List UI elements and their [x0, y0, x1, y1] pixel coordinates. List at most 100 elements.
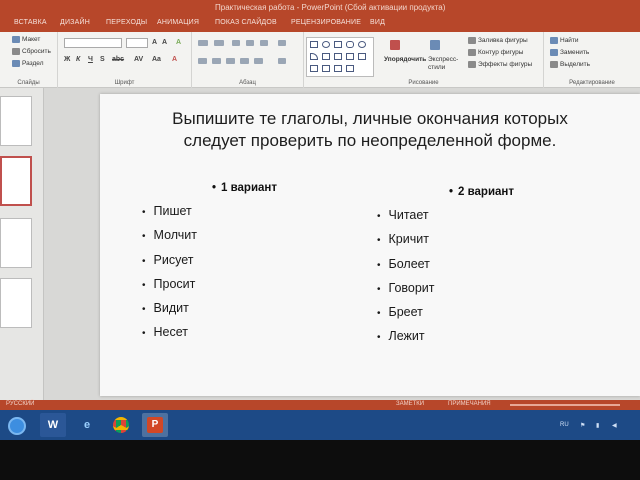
arrange-icon [390, 40, 400, 50]
bracket-shape-icon[interactable] [322, 65, 330, 72]
decrease-indent-icon[interactable] [232, 40, 240, 46]
quick-styles-button[interactable] [430, 40, 442, 50]
start-button-icon[interactable] [8, 417, 26, 435]
paragraph-group-label: Абзац [239, 80, 256, 86]
internet-explorer-icon[interactable]: e [74, 413, 100, 437]
tab-animation[interactable]: АНИМАЦИЯ [157, 19, 199, 26]
slide-thumbnail[interactable] [0, 218, 32, 268]
align-text-icon[interactable] [278, 58, 286, 64]
outline-label: Контур фигуры [478, 49, 524, 57]
find-icon [550, 37, 558, 44]
select-button[interactable]: Выделить [550, 61, 590, 68]
volume-icon[interactable]: ◀ [612, 422, 617, 429]
slide-title[interactable]: Выпишите те глаголы, личные окончания ко… [100, 108, 640, 152]
shape-fill-button[interactable]: Заливка фигуры [468, 37, 528, 44]
slide-canvas[interactable]: Выпишите те глаголы, личные окончания ко… [100, 94, 640, 396]
section-button[interactable]: Раздел [12, 60, 43, 67]
clear-format-icon[interactable]: A [176, 39, 181, 46]
curve-shape-icon[interactable] [310, 65, 318, 72]
fill-icon [468, 37, 476, 44]
list-item: Говорит [377, 277, 514, 301]
replace-button[interactable]: Заменить [550, 49, 589, 56]
tab-transitions[interactable]: ПЕРЕХОДЫ [106, 19, 147, 26]
font-group: A A A Ж К Ч S abc AV Aa A Шрифт [58, 32, 192, 88]
circle-shape-icon[interactable] [358, 41, 366, 48]
powerpoint-window: Практическая работа - PowerPoint (Сбой а… [0, 0, 640, 410]
drawing-group-label: Рисование [408, 80, 439, 86]
variant1-column[interactable]: 1 вариант Пишет Молчит Рисует Просит Вид… [142, 182, 278, 346]
tab-insert[interactable]: ВСТАВКА [14, 19, 47, 26]
line-shape-icon[interactable] [334, 53, 342, 60]
ribbon: Макет Сбросить Раздел Слайды A A A Ж К Ч… [0, 32, 640, 88]
comments-button[interactable]: ПРИМЕЧАНИЯ [448, 401, 491, 407]
shadow-icon[interactable]: S [100, 56, 105, 63]
brace-shape-icon[interactable] [346, 53, 354, 60]
slides-group-label: Слайды [17, 80, 40, 86]
font-name-box[interactable] [64, 38, 122, 48]
chrome-icon[interactable] [108, 413, 134, 437]
shape-outline-button[interactable]: Контур фигуры [468, 49, 523, 56]
keyboard-layout-indicator[interactable]: RU [560, 422, 569, 428]
list-item: Видит [142, 297, 277, 321]
slide-thumbnail[interactable] [0, 278, 32, 328]
italic-icon[interactable]: К [76, 56, 80, 63]
case-icon[interactable]: Aa [152, 56, 161, 63]
align-left-icon[interactable] [198, 58, 207, 64]
tab-slideshow[interactable]: ПОКАЗ СЛАЙДОВ [215, 19, 277, 26]
increase-indent-icon[interactable] [246, 40, 254, 46]
zoom-slider[interactable] [510, 404, 620, 406]
textbox-shape-icon[interactable] [334, 41, 342, 48]
slide-thumbnail[interactable] [0, 96, 32, 146]
layout-button[interactable]: Макет [12, 36, 40, 43]
notes-button[interactable]: ЗАМЕТКИ [396, 401, 424, 407]
tab-design[interactable]: ДИЗАЙН [60, 19, 90, 26]
callout-shape-icon[interactable] [334, 65, 342, 72]
rectangle-shape-icon[interactable] [310, 41, 318, 48]
layout-label: Макет [22, 36, 41, 44]
arrange-button[interactable] [390, 40, 402, 50]
columns-icon[interactable] [254, 58, 263, 64]
underline-icon[interactable]: Ч [88, 56, 93, 63]
font-color-icon[interactable]: A [172, 56, 177, 63]
line-spacing-icon[interactable] [260, 40, 268, 46]
text-direction-icon[interactable] [278, 40, 286, 46]
justify-icon[interactable] [240, 58, 249, 64]
shrink-font-icon[interactable]: A [162, 39, 167, 46]
bullets-icon[interactable] [198, 40, 208, 46]
bold-icon[interactable]: Ж [64, 56, 70, 63]
language-indicator[interactable]: РУССКИЙ [6, 401, 34, 407]
arrow-shape-icon[interactable] [322, 53, 330, 60]
font-size-box[interactable] [126, 38, 148, 48]
spacing-icon[interactable]: AV [134, 56, 143, 63]
list-item: Несет [142, 321, 277, 345]
editing-group: Найти Заменить Выделить Редактирование [544, 32, 640, 88]
tab-review[interactable]: РЕЦЕНЗИРОВАНИЕ [291, 19, 361, 26]
slide-thumbnail-active[interactable] [0, 156, 32, 206]
star-shape-icon[interactable] [358, 53, 366, 60]
monitor-bezel [0, 440, 640, 480]
shapes-gallery[interactable] [306, 37, 374, 77]
reset-button[interactable]: Сбросить [12, 48, 51, 55]
more-shapes-icon[interactable] [346, 65, 354, 72]
grow-font-icon[interactable]: A [152, 39, 157, 46]
network-icon[interactable]: ▮ [596, 422, 599, 429]
triangle-shape-icon[interactable] [310, 53, 318, 60]
powerpoint-app-icon[interactable]: P [142, 413, 168, 437]
oval-shape-icon[interactable] [322, 41, 330, 48]
align-center-icon[interactable] [212, 58, 221, 64]
flag-icon[interactable]: ⚑ [580, 422, 585, 429]
tab-view[interactable]: ВИД [370, 19, 385, 26]
rounded-rect-shape-icon[interactable] [346, 41, 354, 48]
strikethrough-icon[interactable]: abc [112, 56, 124, 63]
variant1-heading: 1 вариант [212, 182, 277, 194]
taskbar: W e P RU ⚑ ▮ ◀ [0, 410, 640, 440]
quick-styles-label[interactable]: Экспресс-стили [428, 56, 458, 72]
list-item: Кричит [377, 228, 514, 252]
word-app-icon[interactable]: W [40, 413, 66, 437]
shape-effects-button[interactable]: Эффекты фигуры [468, 61, 532, 68]
variant2-column[interactable]: 2 вариант Читает Кричит Болеет Говорит Б… [377, 186, 515, 350]
arrange-label[interactable]: Упорядочить [384, 56, 426, 63]
find-button[interactable]: Найти [550, 37, 579, 44]
align-right-icon[interactable] [226, 58, 235, 64]
numbering-icon[interactable] [214, 40, 224, 46]
